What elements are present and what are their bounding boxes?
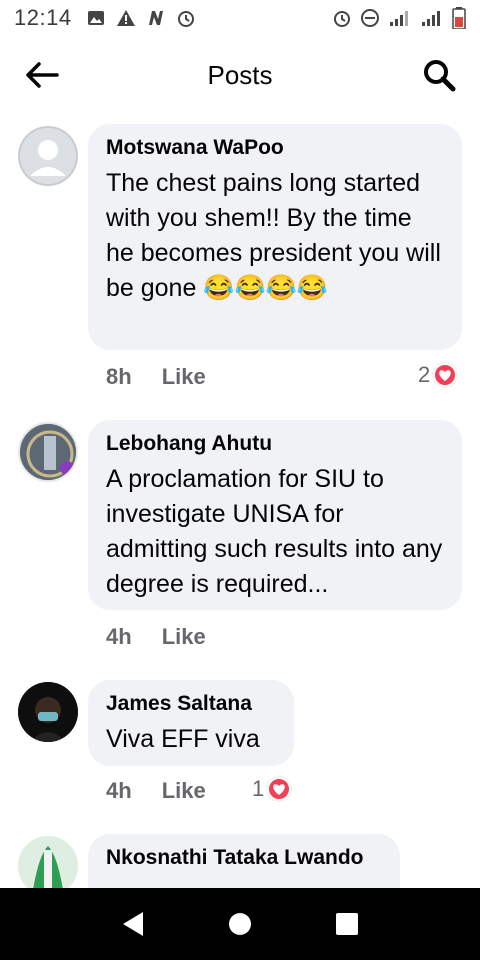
- square-recents-icon: [335, 913, 358, 935]
- reaction-count-value: 2: [418, 362, 431, 387]
- comment-author[interactable]: James Saltana: [106, 690, 276, 718]
- status-notification-icons: [86, 8, 196, 28]
- comment-author[interactable]: Nkosnathi Tataka Lwando: [106, 844, 382, 872]
- alarm-icon: [177, 11, 194, 27]
- comment-time[interactable]: 4h: [106, 778, 132, 804]
- battery-icon: [452, 7, 466, 29]
- comment-bubble[interactable]: Lebohang Ahutu A proclamation for SIU to…: [88, 420, 462, 610]
- nav-home-button[interactable]: [220, 904, 260, 944]
- n-icon: [148, 11, 163, 25]
- profile-photo-icon: [18, 836, 78, 896]
- status-bar: 12:14: [0, 0, 480, 36]
- heart-icon: [267, 777, 292, 801]
- comment-text: Viva EFF viva: [106, 725, 260, 753]
- circle-home-icon: [228, 913, 251, 935]
- like-button[interactable]: Like: [162, 364, 206, 390]
- like-button[interactable]: Like: [162, 778, 206, 804]
- comment-meta: 4h Like: [106, 778, 206, 804]
- signal-icon: [422, 11, 440, 26]
- heart-icon: [433, 363, 458, 387]
- search-icon: [424, 60, 456, 92]
- page-title: Posts: [207, 60, 273, 90]
- system-nav-bar: [0, 888, 480, 960]
- status-system-icons: [332, 7, 466, 29]
- search-button[interactable]: [422, 58, 456, 92]
- profile-photo-icon: [18, 682, 78, 742]
- comment-author[interactable]: Lebohang Ahutu: [106, 430, 444, 458]
- comment-meta: 4h Like: [106, 624, 206, 650]
- dnd-icon: [361, 9, 379, 27]
- comment-text: The chest pains long started with you sh…: [106, 169, 441, 302]
- comment-meta: 8h Like: [106, 364, 206, 390]
- alarm-icon: [334, 11, 350, 27]
- signal-icon: [390, 11, 408, 26]
- nav-recents-button[interactable]: [327, 904, 367, 944]
- avatar[interactable]: [18, 422, 78, 482]
- warning-icon: [116, 10, 135, 26]
- comment-text: A proclamation for SIU to investigate UN…: [106, 465, 443, 598]
- comment-author[interactable]: Motswana WaPoo: [106, 134, 444, 162]
- comment-time[interactable]: 8h: [106, 364, 132, 390]
- reaction-count[interactable]: 1: [252, 776, 292, 802]
- comment-bubble[interactable]: James Saltana Viva EFF viva: [88, 680, 294, 766]
- default-avatar-icon: [18, 126, 78, 186]
- avatar[interactable]: [18, 126, 78, 186]
- triangle-back-icon: [123, 912, 144, 936]
- avatar[interactable]: [18, 836, 78, 896]
- profile-photo-icon: [20, 424, 76, 480]
- nav-back-button[interactable]: [113, 904, 153, 944]
- avatar[interactable]: [18, 682, 78, 742]
- comment-time[interactable]: 4h: [106, 624, 132, 650]
- comment-bubble[interactable]: Motswana WaPoo The chest pains long star…: [88, 124, 462, 350]
- image-icon: [87, 11, 104, 25]
- status-time: 12:14: [14, 5, 72, 30]
- app-bar: Posts: [0, 36, 480, 114]
- like-button[interactable]: Like: [162, 624, 206, 650]
- reaction-count-value: 1: [252, 776, 265, 801]
- reaction-count[interactable]: 2: [418, 362, 458, 388]
